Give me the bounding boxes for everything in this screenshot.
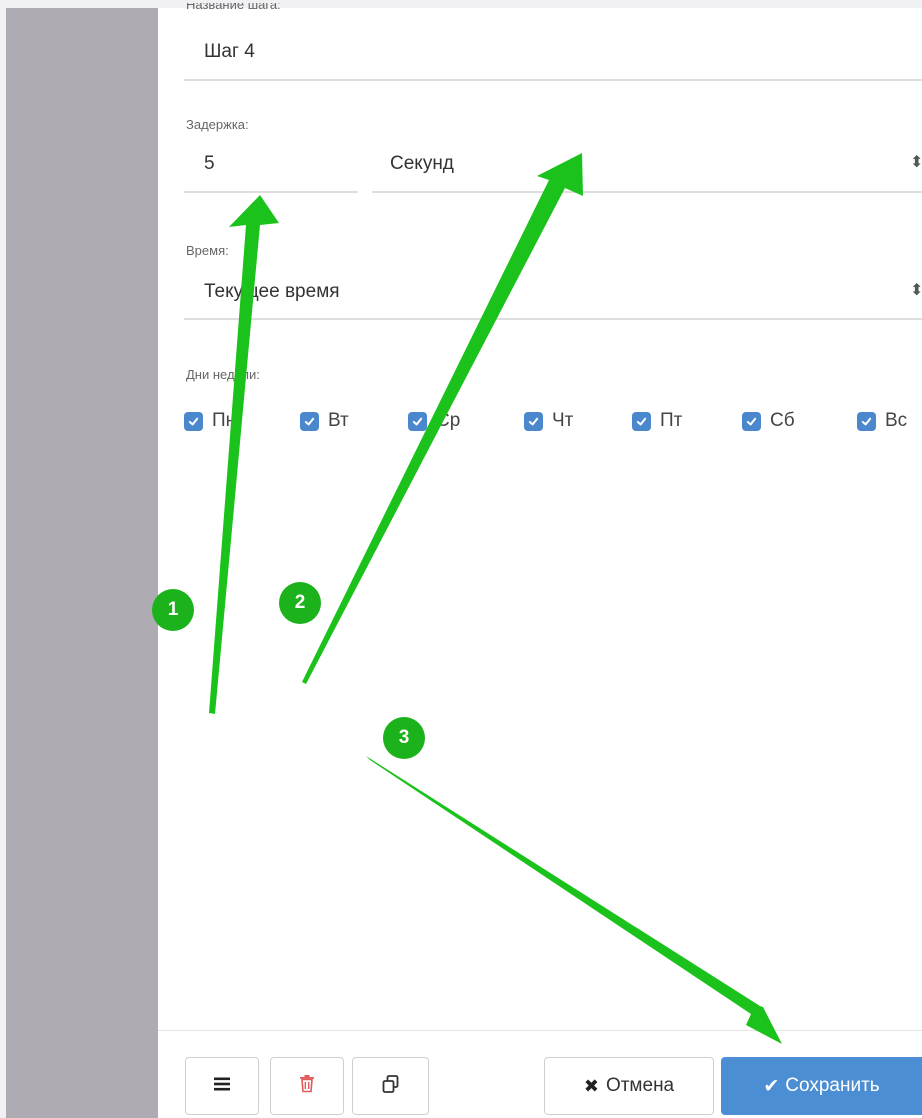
copy-icon — [381, 1074, 401, 1099]
day-label: Чт — [552, 410, 574, 431]
day-label: Пн — [212, 410, 237, 431]
delay-value-input[interactable]: 5 — [204, 153, 215, 175]
save-button[interactable]: ✔ Сохранить — [721, 1057, 922, 1115]
hamburger-icon — [213, 1076, 231, 1097]
day-checkbox-tue[interactable]: Вт — [300, 404, 349, 438]
step-name-underline — [184, 79, 922, 81]
delete-button[interactable] — [270, 1057, 344, 1115]
annotation-badge-3: 3 — [383, 717, 425, 759]
checkmark-icon: ✔ — [763, 1075, 780, 1097]
x-icon: ✖ — [583, 1075, 599, 1096]
delay-label: Задержка: — [186, 117, 249, 132]
select-arrows-icon[interactable]: ⬍ — [910, 283, 922, 299]
checkbox-checked-icon[interactable] — [742, 411, 761, 431]
step-name-input[interactable]: Шаг 4 — [204, 41, 255, 63]
day-label: Пт — [660, 410, 683, 431]
checkbox-checked-icon[interactable] — [632, 411, 651, 431]
time-underline — [184, 318, 922, 320]
checkbox-checked-icon[interactable] — [524, 411, 543, 431]
footer-divider — [158, 1030, 922, 1031]
delay-value-underline — [184, 191, 358, 193]
cancel-button-label: Отмена — [605, 1075, 675, 1096]
annotation-badge-2: 2 — [279, 582, 321, 624]
time-select[interactable]: Текущее время — [204, 281, 340, 303]
checkbox-checked-icon[interactable] — [408, 411, 427, 431]
menu-button[interactable] — [185, 1057, 259, 1115]
delay-unit-select[interactable]: Секунд — [390, 153, 454, 175]
trash-icon — [299, 1074, 315, 1098]
day-checkbox-sat[interactable]: Сб — [742, 404, 795, 438]
copy-button[interactable] — [352, 1057, 429, 1115]
day-checkbox-fri[interactable]: Пт — [632, 404, 682, 438]
checkbox-checked-icon[interactable] — [300, 411, 319, 431]
checkbox-checked-icon[interactable] — [857, 411, 876, 431]
day-checkbox-sun[interactable]: Вс — [857, 404, 907, 438]
step-name-label: Название шага: — [186, 3, 281, 12]
cancel-button[interactable]: ✖ Отмена — [544, 1057, 714, 1115]
day-label: Ср — [436, 410, 461, 431]
step-editor-panel — [158, 8, 922, 1118]
day-label: Вт — [328, 410, 349, 431]
day-checkbox-mon[interactable]: Пн — [184, 404, 236, 438]
annotation-badge-1: 1 — [152, 589, 194, 631]
window-top-strip — [0, 0, 922, 8]
day-checkbox-thu[interactable]: Чт — [524, 404, 573, 438]
select-arrows-icon[interactable]: ⬍ — [910, 155, 922, 171]
delay-unit-underline — [372, 191, 922, 193]
day-label: Сб — [770, 410, 795, 431]
time-label: Время: — [186, 243, 229, 258]
day-checkbox-wed[interactable]: Ср — [408, 404, 460, 438]
save-button-label: Сохранить — [785, 1075, 880, 1096]
checkbox-checked-icon[interactable] — [184, 411, 203, 431]
day-label: Вс — [885, 410, 908, 431]
sidebar-backdrop — [6, 8, 158, 1118]
days-label: Дни недели: — [186, 367, 260, 382]
